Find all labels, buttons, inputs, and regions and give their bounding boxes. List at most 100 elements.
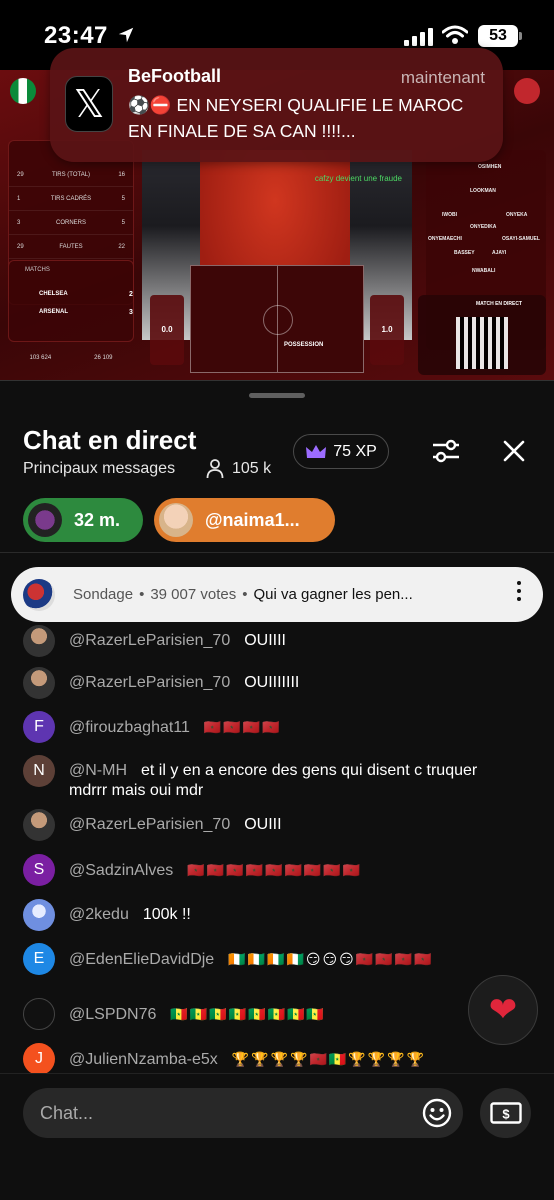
person-icon [206,459,224,479]
qr-code [456,317,508,369]
chat-message: @2kedu 100k !! [23,899,509,931]
chat-text: OUIIIIIII [244,674,300,691]
chat-text: 100k !! [142,906,191,923]
live-chat-panel: Chat en direct Principaux messages 105 k… [0,380,554,1200]
drag-handle[interactable] [249,393,305,398]
xp-button[interactable]: 75 XP [293,434,389,469]
poll-question: Qui va gagner les pen... [253,586,413,603]
team-name: ARSENAL [39,309,69,315]
chat-text: 🇲🇦🇲🇦🇲🇦🇲🇦 [203,719,282,735]
battery-icon: 53 [478,25,522,47]
nigeria-flag [10,78,36,104]
avatar [23,809,55,841]
push-notification[interactable]: 𝕏 BeFootball maintenant ⚽️⛔️ EN NEYSERI … [50,48,503,162]
stats-row: 29 TIRS (TOTAL) 16 [9,163,133,187]
viewer-count-value: 105 k [232,460,272,477]
signal-icon [404,28,433,46]
chat-title: Chat en direct [23,425,197,455]
chat-username[interactable]: @LSPDN76 [69,1006,156,1023]
pinned-chip-user[interactable]: @naima1... [154,498,335,542]
chat-message: @LSPDN76 🇸🇳🇸🇳🇸🇳🇸🇳🇸🇳🇸🇳🇸🇳🇸🇳 [23,998,509,1030]
avatar [23,625,55,657]
avatar [23,578,55,611]
chat-text: OUIII [244,816,282,833]
team-name: CHELSEA [39,291,68,297]
chat-message: E @EdenElieDavidDje 🇨🇮🇨🇮🇨🇮🇨🇮😏😏😏🇲🇦🇲🇦🇲🇦🇲🇦 [23,943,489,975]
viewer-count: 105 k [206,459,271,479]
chat-message: @RazerLeParisien_70 OUIIII [23,625,509,657]
chat-settings-button[interactable] [428,433,464,469]
pitch-diagram [190,265,364,373]
matches-panel: MATCHS CHELSEA 2 ARSENAL 3 [8,260,134,342]
chat-message: N @N-MH et il y en a encore des gens qui … [23,755,509,801]
chat-username[interactable]: @2kedu [69,906,129,923]
chat-text: OUIIII [244,632,286,649]
chat-username[interactable]: @firouzbaghat11 [69,719,190,736]
avatar: N [23,755,55,787]
chat-text: 🇲🇦🇲🇦🇲🇦🇲🇦🇲🇦🇲🇦🇲🇦🇲🇦🇲🇦 [187,862,363,878]
chat-username[interactable]: @RazerLeParisien_70 [69,674,230,691]
team-score: 2 [129,291,133,298]
avatar [23,998,55,1030]
stats-row: 3 CORNERS 5 [9,211,133,235]
chat-username[interactable]: @EdenElieDavidDje [69,951,214,968]
avatar: S [23,854,55,886]
pinned-chip-label: 32 m. [74,509,121,530]
notification-time: maintenant [400,68,485,87]
super-chat-button[interactable]: $ [480,1088,531,1138]
qr-panel: MATCH EN DIRECT [418,295,546,375]
footer-right-count: 26 109 [94,355,113,361]
chat-username[interactable]: @RazerLeParisien_70 [69,816,230,833]
heart-icon: ❤ [488,991,518,1029]
xp-label: 75 XP [333,442,377,460]
team-score: 3 [129,309,133,316]
notification-body: ⚽️⛔️ EN NEYSERI QUALIFIE LE MAROC EN FIN… [128,95,464,141]
chat-username[interactable]: @JulienNzamba-e5x [69,1051,218,1068]
poll-label: Sondage [73,586,134,603]
divider [0,552,554,553]
cam-overlay-text: cafzy devient une fraude [314,174,402,183]
close-icon [503,440,525,462]
possession-right: 1.0 [370,295,404,365]
chat-message: S @SadzinAlves 🇲🇦🇲🇦🇲🇦🇲🇦🇲🇦🇲🇦🇲🇦🇲🇦🇲🇦 [23,854,509,886]
close-chat-button[interactable] [496,433,532,469]
emoji-icon[interactable] [421,1097,453,1129]
footer-left-count: 103 624 [29,355,52,361]
avatar [28,503,62,537]
avatar: F [23,711,55,743]
chat-input-bar: Chat... $ [0,1073,554,1200]
avatar [23,667,55,699]
avatar: E [23,943,55,975]
wifi-icon [442,25,468,44]
chat-message: J @JulienNzamba-e5x 🏆🏆🏆🏆🇲🇦🇸🇳🏆🏆🏆🏆 [23,1043,509,1073]
chat-mode-selector[interactable]: Principaux messages [23,460,175,478]
stats-row: 29 FAUTES 22 [9,235,133,259]
more-vertical-icon[interactable] [517,581,521,601]
chat-input[interactable]: Chat... [23,1088,463,1138]
crown-icon [306,444,327,458]
qr-label: MATCH EN DIRECT [476,301,523,307]
pinned-chip-label: @naima1... [205,509,300,530]
chat-username[interactable]: @SadzinAlves [69,862,173,879]
chat-username[interactable]: @RazerLeParisien_70 [69,632,230,649]
poll-votes: 39 007 votes [150,586,237,603]
chat-message: F @firouzbaghat11 🇲🇦🇲🇦🇲🇦🇲🇦 [23,711,509,743]
chat-username[interactable]: @N-MH [69,762,127,779]
status-time: 23:47 [44,22,108,49]
pinned-chip-timer[interactable]: 32 m. [23,498,143,542]
notification-app-name: BeFootball [128,66,221,86]
avatar [159,503,193,537]
possession-label: POSSESSION [284,342,324,348]
svg-text:$: $ [502,1107,510,1122]
video-footer-stats: 103 624 26 109 [8,348,134,368]
sliders-icon [433,439,459,463]
stats-row: 1 TIRS CADRÉS 5 [9,187,133,211]
matches-label: MATCHS [25,267,50,273]
poll-banner[interactable]: Sondage • 39 007 votes • Qui va gagner l… [11,567,543,622]
reaction-button[interactable]: ❤ [468,975,538,1045]
chat-text: 🇸🇳🇸🇳🇸🇳🇸🇳🇸🇳🇸🇳🇸🇳🇸🇳 [170,1006,326,1022]
possession-left: 0.0 [150,295,184,365]
avatar: J [23,1043,55,1073]
chat-text: 🏆🏆🏆🏆🇲🇦🇸🇳🏆🏆🏆🏆 [231,1051,427,1067]
avatar [23,899,55,931]
